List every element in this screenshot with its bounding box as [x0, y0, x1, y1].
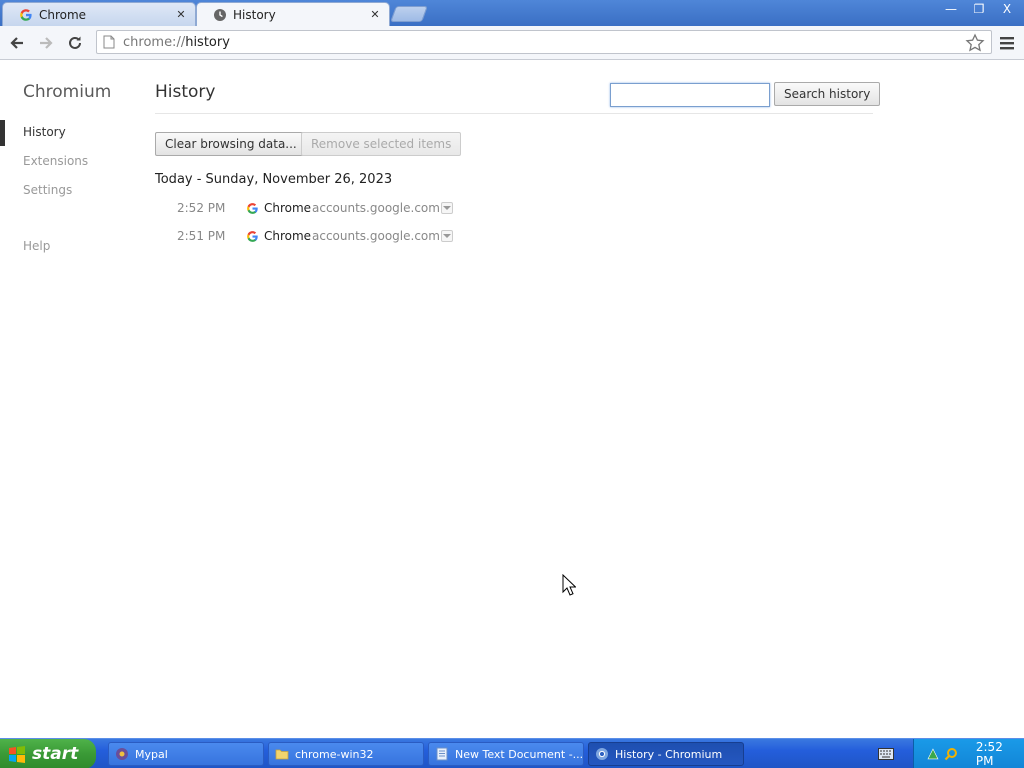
chromium-icon	[596, 748, 608, 760]
folder-icon	[275, 749, 289, 760]
taskbar-item-chrome-win32[interactable]: chrome-win32	[268, 742, 424, 766]
taskbar-item-notepad[interactable]: New Text Document -...	[428, 742, 584, 766]
taskbar-item-label: chrome-win32	[295, 747, 374, 761]
network-icon[interactable]	[926, 747, 940, 761]
restore-button[interactable]: ❐	[966, 0, 992, 18]
entry-title-link[interactable]: Chrome	[264, 229, 311, 243]
close-tab-icon[interactable]: ✕	[175, 8, 187, 21]
remove-selected-items-button[interactable]: Remove selected items	[301, 132, 462, 156]
taskbar-item-label: New Text Document -...	[455, 747, 584, 761]
chevron-down-icon	[443, 234, 451, 238]
taskbar-item-mypal[interactable]: Mypal	[108, 742, 264, 766]
history-entry[interactable]: 2:52 PM Chrome accounts.google.com	[155, 199, 475, 219]
taskbar-item-label: Mypal	[135, 747, 168, 761]
keyboard-icon[interactable]	[878, 748, 894, 760]
bookmark-star-icon[interactable]	[965, 33, 985, 53]
mypal-icon	[116, 748, 128, 760]
google-g-icon	[247, 203, 258, 214]
clock-icon	[214, 8, 226, 21]
day-header: Today - Sunday, November 26, 2023	[155, 172, 393, 187]
clock: 2:52 PM	[975, 740, 1003, 768]
tab-chrome[interactable]: Chrome ✕	[2, 2, 196, 26]
mouse-cursor-icon	[562, 574, 576, 596]
entry-menu-button[interactable]	[441, 202, 453, 214]
search-history-button[interactable]: Search history	[774, 82, 881, 106]
url-text: chrome://history	[123, 35, 230, 50]
entry-domain: accounts.google.com	[312, 229, 440, 243]
selected-indicator	[0, 120, 5, 146]
google-g-icon	[20, 8, 32, 21]
magnifier-icon[interactable]	[944, 747, 958, 761]
history-entry[interactable]: 2:51 PM Chrome accounts.google.com	[155, 227, 475, 247]
windows-flag-icon	[9, 746, 25, 763]
url-scheme: chrome://	[123, 34, 186, 50]
page-icon	[103, 35, 115, 49]
address-bar[interactable]: chrome://history	[96, 30, 992, 54]
brand-title: Chromium	[23, 82, 112, 102]
start-label: start	[32, 744, 79, 764]
notepad-icon	[436, 747, 448, 761]
reload-icon	[69, 36, 81, 49]
forward-button[interactable]	[35, 32, 57, 54]
forward-arrow-icon	[40, 37, 53, 49]
entry-domain: accounts.google.com	[312, 201, 440, 215]
sidebar-item-history[interactable]: History	[23, 125, 66, 139]
clear-browsing-data-button[interactable]: Clear browsing data...	[155, 132, 307, 156]
start-button[interactable]: start	[0, 739, 96, 768]
entry-title-link[interactable]: Chrome	[264, 201, 311, 215]
minimize-button[interactable]: —	[938, 0, 964, 18]
tab-history[interactable]: History ✕	[196, 2, 390, 26]
new-tab-button[interactable]	[390, 6, 428, 22]
tab-label: Chrome	[39, 7, 87, 22]
search-history-input[interactable]	[610, 83, 770, 107]
chevron-down-icon	[443, 206, 451, 210]
entry-time: 2:52 PM	[177, 201, 226, 215]
sidebar-item-extensions[interactable]: Extensions	[23, 154, 88, 168]
back-button[interactable]	[6, 32, 28, 54]
sidebar-item-settings[interactable]: Settings	[23, 183, 72, 197]
reload-button[interactable]	[64, 32, 86, 54]
browser-toolbar: chrome://history	[0, 26, 1024, 60]
close-tab-icon[interactable]: ✕	[369, 8, 381, 21]
tab-strip: Chrome ✕ History ✕ — ❐ X	[0, 0, 1024, 26]
close-window-button[interactable]: X	[994, 0, 1020, 18]
window-controls: — ❐ X	[938, 0, 1020, 18]
url-path: history	[185, 34, 230, 50]
google-g-icon	[247, 231, 258, 242]
menu-icon[interactable]	[998, 34, 1016, 52]
entry-time: 2:51 PM	[177, 229, 226, 243]
taskbar-item-chromium[interactable]: History - Chromium	[588, 742, 744, 766]
taskbar: start Mypal chrome-win32 New Text Docume…	[0, 738, 1024, 768]
page-title: History	[155, 82, 216, 102]
tab-label: History	[233, 7, 276, 22]
entry-menu-button[interactable]	[441, 230, 453, 242]
back-arrow-icon	[10, 37, 23, 49]
taskbar-item-label: History - Chromium	[615, 747, 723, 761]
system-tray: 2:52 PM	[913, 739, 1024, 768]
sidebar-item-help[interactable]: Help	[23, 239, 50, 253]
header-divider	[155, 113, 873, 114]
